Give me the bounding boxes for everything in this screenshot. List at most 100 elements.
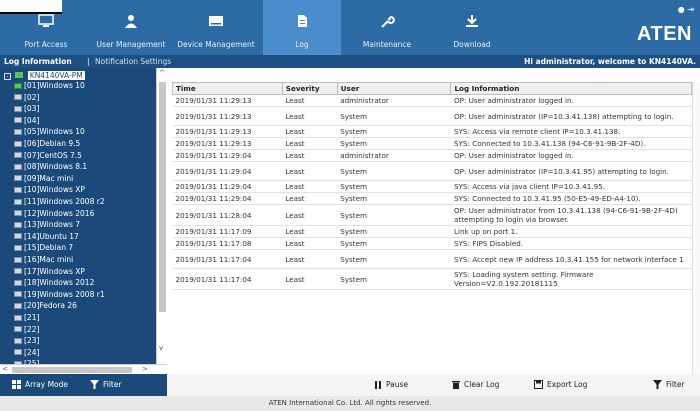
cell-log-information: OP: User administrator from 10.3.41.138 …	[450, 204, 692, 226]
monitor-icon	[14, 186, 22, 193]
tree-port-item[interactable]: [21]	[14, 313, 39, 322]
table-row[interactable]: 2019/01/31 11:29:13 Least administrator OP:…	[172, 94, 692, 107]
log-filter-button[interactable]: Filter	[653, 380, 685, 389]
tree-port-label: [23]	[24, 336, 40, 346]
tree-port-item[interactable]: [22]	[14, 325, 39, 334]
filter-label: Filter	[103, 380, 122, 389]
scroll-up-icon[interactable]: ^	[159, 69, 165, 77]
cell-time: 2019/01/31 11:29:13	[172, 94, 283, 107]
cell-severity: Least	[282, 161, 338, 181]
tree-port-item[interactable]: [16]Mac mini	[14, 255, 73, 264]
table-row[interactable]: 2019/01/31 11:29:04 Least System SYS: Conne…	[172, 192, 692, 205]
tree-port-item[interactable]: [20]Fedora 26	[14, 301, 77, 310]
column-header-time[interactable]: Time	[172, 82, 283, 95]
top-right-icons[interactable]: ● ⇥	[678, 5, 694, 14]
tree-port-item[interactable]: [19]Windows 2008 r1	[14, 290, 105, 299]
tree-port-item[interactable]: [03]	[14, 104, 39, 113]
tree-port-item[interactable]: [14]Ubuntu 17	[14, 232, 79, 241]
column-header-user[interactable]: User	[336, 82, 452, 95]
tree-port-item[interactable]: [18]Windows 2012	[14, 278, 94, 287]
tree-port-item[interactable]: [23]	[14, 336, 39, 345]
tree-port-item[interactable]: [06]Debian 9.5	[14, 139, 80, 148]
pause-button[interactable]: Pause	[374, 380, 408, 389]
cell-time: 2019/01/31 11:17:04	[172, 268, 283, 290]
tree-port-item[interactable]: [09]Mac mini	[14, 174, 73, 183]
tree-port-item[interactable]: [04]	[14, 116, 39, 125]
tree-port-item[interactable]: [12]Windows 2016	[14, 209, 94, 218]
scroll-right-icon[interactable]: >	[142, 365, 148, 373]
clear-log-button[interactable]: Clear Log	[452, 380, 499, 389]
cell-time: 2019/01/31 11:17:04	[172, 249, 283, 269]
monitor-icon	[14, 302, 22, 309]
scroll-left-icon[interactable]: <	[2, 365, 8, 373]
table-row[interactable]: 2019/01/31 11:28:04 Least System OP: User a…	[172, 204, 692, 226]
pause-label: Pause	[386, 380, 409, 389]
nav-user-management[interactable]: User Management	[92, 0, 170, 55]
tab-log-information[interactable]: Log Information	[4, 57, 72, 66]
nav-log[interactable]: Log	[263, 0, 341, 55]
tree-port-item[interactable]: [13]Windows 7	[14, 220, 80, 229]
tree-port-item[interactable]: [08]Windows 8.1	[14, 162, 87, 171]
column-header-severity[interactable]: Severity	[281, 82, 338, 95]
table-row[interactable]: 2019/01/31 11:17:04 Least System SYS: Accep…	[172, 249, 692, 269]
tab-notification-settings[interactable]: Notification Settings	[95, 57, 171, 66]
tree-port-item[interactable]: [05]Windows 10	[14, 127, 85, 136]
cell-time: 2019/01/31 11:29:04	[172, 161, 283, 181]
cell-time: 2019/01/31 11:17:08	[172, 237, 283, 250]
footer-copyright: ATEN International Co. Ltd. All rights r…	[0, 396, 700, 411]
table-row[interactable]: 2019/01/31 11:29:13 Least System OP: User a…	[172, 106, 692, 126]
array-mode-button[interactable]: Array Mode	[12, 380, 68, 389]
tree-port-item[interactable]: [07]CentOS 7.5	[14, 151, 82, 160]
table-row[interactable]: 2019/01/31 11:29:04 Least administrator OP:…	[172, 149, 692, 162]
table-row[interactable]: 2019/01/31 11:29:13 Least System SYS: Conne…	[172, 137, 692, 150]
tree-port-item[interactable]: [17]Windows XP	[14, 267, 85, 276]
nav-label: Download	[453, 40, 491, 49]
tree-root[interactable]: - KN4140VA-PM	[4, 71, 85, 80]
scroll-thumb[interactable]	[159, 82, 166, 312]
cell-time: 2019/01/31 11:29:04	[172, 149, 283, 162]
table-row[interactable]: 2019/01/31 11:17:08 Least System SYS: FIPS …	[172, 237, 692, 250]
cell-severity: Least	[282, 225, 338, 238]
nav-port-access[interactable]: Port Access	[0, 0, 92, 55]
tree-port-item[interactable]: [15]Debian 7	[14, 243, 73, 252]
tree-port-label: [12]Windows 2016	[24, 208, 95, 218]
nav-device-management[interactable]: Device Management	[170, 0, 262, 55]
column-header-log-information[interactable]: Log Information	[450, 82, 692, 95]
tree-port-item[interactable]: [01]Windows 10	[14, 81, 85, 90]
collapse-toggle-icon[interactable]: -	[4, 73, 11, 80]
log-table: Time Severity User Log Information 2019/…	[172, 82, 692, 290]
tree-port-item[interactable]: [10]Windows XP	[14, 185, 85, 194]
table-row[interactable]: 2019/01/31 11:29:04 Least System OP: User a…	[172, 161, 692, 181]
cell-user: administrator	[337, 94, 451, 107]
aten-logo: ATEN	[637, 23, 692, 45]
table-row[interactable]: 2019/01/31 11:17:09 Least System Link up on…	[172, 225, 692, 238]
table-row[interactable]: 2019/01/31 11:29:04 Least System SYS: Acces…	[172, 180, 692, 193]
tree-horizontal-scrollbar[interactable]: < >	[0, 364, 167, 374]
tree-port-item[interactable]: [11]Windows 2008 r2	[14, 197, 105, 206]
nav-download[interactable]: Download	[433, 0, 511, 55]
tree-vertical-scrollbar[interactable]: ^ v	[156, 68, 167, 364]
tree-port-label: [24]	[24, 347, 40, 357]
tree-port-label: [22]	[24, 324, 40, 334]
tree-port-item[interactable]: [24]	[14, 348, 39, 357]
tree-port-item[interactable]: [02]	[14, 93, 39, 102]
log-panel: Time Severity User Log Information 2019/…	[167, 68, 700, 374]
tree-port-label: [14]Ubuntu 17	[24, 231, 79, 241]
nav-maintenance[interactable]: Maintenance	[341, 0, 433, 55]
export-log-button[interactable]: Export Log	[534, 380, 587, 389]
table-vertical-scrollbar[interactable]	[692, 82, 700, 374]
monitor-icon	[14, 128, 22, 135]
monitor-icon	[14, 152, 22, 159]
monitor-icon	[14, 210, 22, 217]
tree-port-label: [11]Windows 2008 r2	[24, 197, 105, 206]
scroll-down-icon[interactable]: v	[159, 344, 163, 352]
table-row[interactable]: 2019/01/31 11:17:04 Least System SYS: Loadi…	[172, 268, 692, 290]
cell-user: System	[337, 204, 451, 226]
nav-label: Log	[295, 40, 309, 49]
cell-severity: Least	[282, 249, 338, 269]
tree-filter-button[interactable]: Filter	[90, 380, 122, 389]
table-row[interactable]: 2019/01/31 11:29:13 Least System SYS: Acces…	[172, 125, 692, 138]
scroll-thumb[interactable]	[12, 367, 132, 373]
filter-icon	[90, 380, 99, 389]
monitor-icon	[14, 221, 22, 228]
